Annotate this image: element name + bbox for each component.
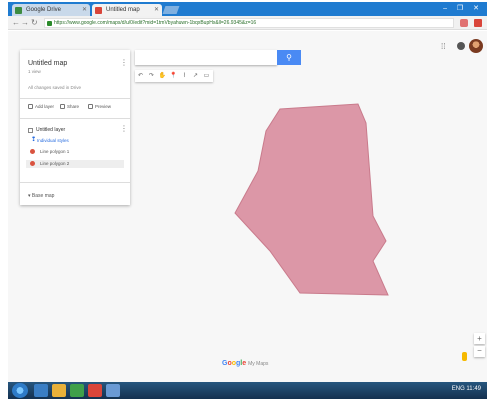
add-layer-button[interactable]: Add layer <box>28 104 54 110</box>
layer-name[interactable]: Untitled layer <box>36 127 65 133</box>
divider <box>20 182 130 183</box>
taskbar-app-explorer[interactable] <box>34 384 48 397</box>
layer-options-icon[interactable]: ⋮ <box>120 124 128 133</box>
share-button[interactable]: Share <box>60 104 79 110</box>
notifications-icon[interactable] <box>457 42 465 50</box>
taskbar-app-media[interactable] <box>88 384 102 397</box>
drawn-polygon[interactable] <box>234 103 389 296</box>
browser-tabstrip: Google Drive ✕ Untitled map ✕ – ❐ ✕ <box>8 2 487 16</box>
divider <box>20 98 130 99</box>
draw-line-icon[interactable]: ⌇ <box>179 70 190 82</box>
save-status: All changes saved in Drive <box>28 85 82 90</box>
preview-icon <box>88 104 93 110</box>
new-tab-button[interactable] <box>162 6 180 14</box>
panel-actions: Add layer Share Preview <box>26 104 126 114</box>
address-bar: ← → ↻ https://www.google.com/maps/d/u/0/… <box>8 16 487 30</box>
url-input[interactable]: https://www.google.com/maps/d/u/0/edit?m… <box>44 18 454 28</box>
extension-icon[interactable] <box>460 19 468 27</box>
ruler-icon[interactable]: ▭ <box>201 70 212 82</box>
layer-style-link[interactable]: Individual styles <box>37 138 69 143</box>
redo-icon[interactable]: ↷ <box>146 70 157 82</box>
polygon-feature-icon <box>30 161 35 166</box>
pegman-icon[interactable] <box>462 352 467 361</box>
map-sidebar-panel: Untitled map 1 view All changes saved in… <box>20 50 130 205</box>
url-text: https://www.google.com/maps/d/u/0/edit?m… <box>54 20 257 26</box>
search-button[interactable]: ⚲ <box>277 50 301 65</box>
base-map-toggle[interactable]: ▾ Base map <box>28 193 54 199</box>
map-view-count: 1 view <box>28 69 41 74</box>
window-controls[interactable]: – ❐ ✕ <box>443 4 483 12</box>
lock-icon <box>47 21 52 26</box>
zoom-out-button[interactable]: − <box>474 346 485 357</box>
drawing-toolbar: ↶ ↷ ✋ 📍 ⌇ ↗ ▭ <box>135 70 213 82</box>
add-layer-icon <box>28 104 33 110</box>
undo-icon[interactable]: ↶ <box>135 70 146 82</box>
layer-visibility-checkbox[interactable] <box>28 128 33 133</box>
zoom-in-button[interactable]: + <box>474 333 485 344</box>
marker-icon[interactable]: 📍 <box>168 70 179 82</box>
maps-icon <box>95 7 102 14</box>
search-input[interactable] <box>135 50 277 65</box>
close-icon[interactable]: ✕ <box>82 4 87 16</box>
preview-button[interactable]: Preview <box>88 104 111 110</box>
forward-icon[interactable]: → <box>21 18 29 27</box>
share-icon <box>60 104 65 110</box>
list-item[interactable]: Line polygon 2 <box>26 160 124 168</box>
taskbar-app-folder[interactable] <box>52 384 66 397</box>
search-icon: ⚲ <box>286 53 292 62</box>
avatar[interactable] <box>469 39 483 53</box>
taskbar-app-other[interactable] <box>106 384 120 397</box>
taskbar-app-chrome[interactable] <box>70 384 84 397</box>
directions-icon[interactable]: ↗ <box>190 70 201 82</box>
divider <box>20 118 130 119</box>
map-title[interactable]: Untitled map <box>28 60 67 67</box>
list-item[interactable]: Line polygon 1 <box>26 148 124 156</box>
apps-grid-icon[interactable]: ⁞⁞ <box>441 42 445 51</box>
back-icon[interactable]: ← <box>12 18 20 27</box>
drive-icon <box>15 7 22 14</box>
screen: Google Drive ✕ Untitled map ✕ – ❐ ✕ ← → … <box>0 0 495 403</box>
extension-icon[interactable] <box>474 19 482 27</box>
start-button[interactable] <box>12 383 28 398</box>
windows-taskbar: ENG 11:49 <box>8 382 487 399</box>
close-icon[interactable]: ✕ <box>154 4 159 16</box>
tab-untitled-map[interactable]: Untitled map ✕ <box>92 4 162 16</box>
google-my-maps-logo: Google My Maps <box>222 360 269 367</box>
system-tray: ENG 11:49 <box>451 386 481 392</box>
tab-label: Google Drive <box>26 7 62 13</box>
polygon-feature-icon <box>30 149 35 154</box>
paint-style-icon: ❢ <box>31 137 37 143</box>
reload-icon[interactable]: ↻ <box>31 18 38 27</box>
tab-label: Untitled map <box>106 7 140 13</box>
hand-icon[interactable]: ✋ <box>157 70 168 82</box>
tab-google-drive[interactable]: Google Drive ✕ <box>12 4 90 16</box>
more-options-icon[interactable]: ⋮ <box>120 58 128 67</box>
